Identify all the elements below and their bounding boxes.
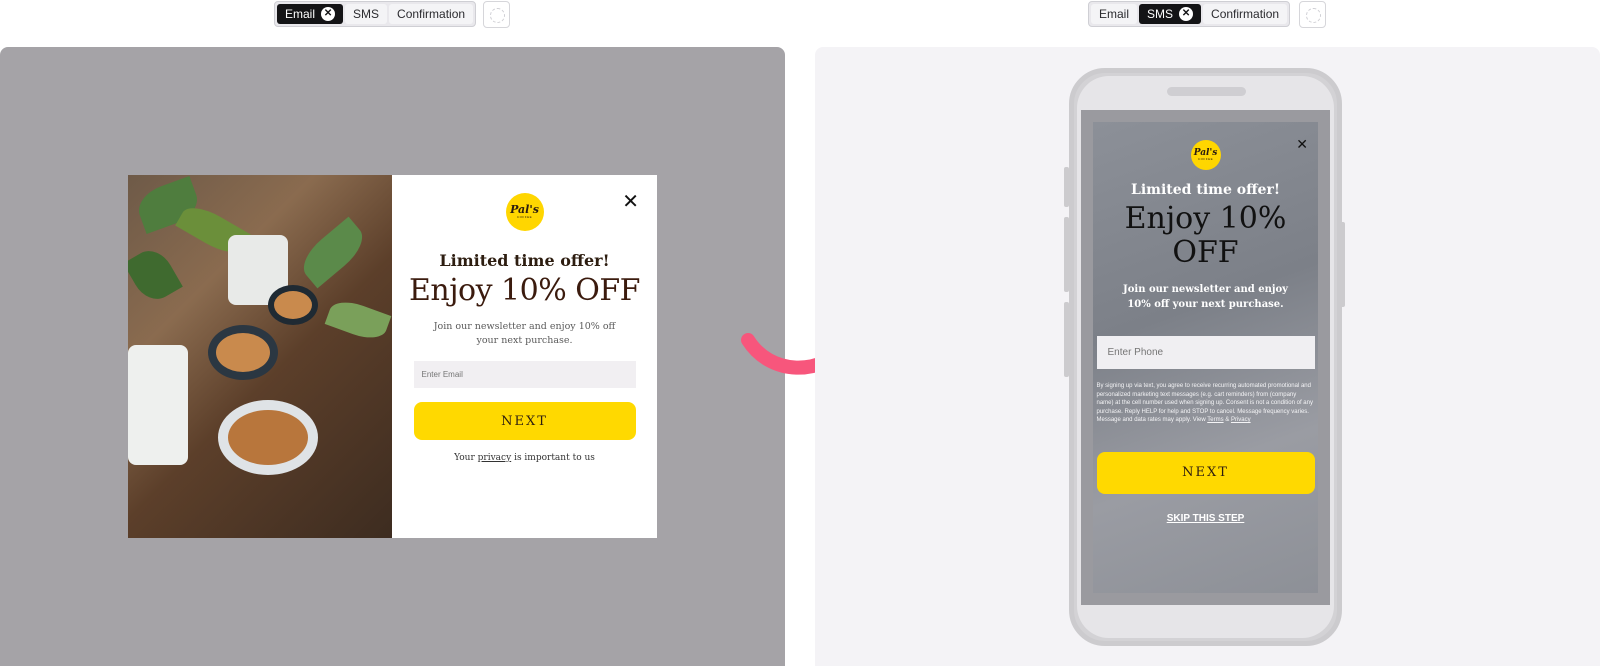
privacy-link[interactable]: privacy (478, 453, 512, 463)
tab-sms[interactable]: SMS (345, 4, 388, 24)
tab-sms[interactable]: SMS ✕ (1139, 4, 1202, 24)
privacy-note: Your privacy is important to us (454, 453, 595, 463)
x-circle-icon[interactable]: ✕ (1179, 7, 1194, 21)
sms-legal-text: By signing up via text, you agree to rec… (1096, 383, 1313, 423)
loading-icon[interactable] (483, 1, 510, 28)
phone-field[interactable] (1096, 336, 1315, 369)
offer-description: Join our newsletter and enjoy 10% off yo… (433, 321, 616, 346)
next-button[interactable]: NEXT (1096, 451, 1315, 494)
brand-logo: Pal's COFFEE (1190, 140, 1221, 170)
phone-screen: ✕ Pal's COFFEE Limited time offer! Enjoy… (1081, 110, 1330, 605)
x-circle-icon[interactable]: ✕ (321, 7, 336, 21)
email-preview-panel: ✕ Pal's COFFEE Limited time offer! Enjoy… (0, 47, 785, 666)
left-tab-bar: Email ✕ SMS Confirmation (274, 1, 477, 27)
sms-popup: ✕ Pal's COFFEE Limited time offer! Enjoy… (1093, 122, 1318, 593)
tab-label: Confirmation (1211, 7, 1280, 21)
close-icon[interactable]: ✕ (1296, 136, 1308, 153)
terms-link[interactable]: Terms (1207, 417, 1223, 423)
tab-label: Email (1099, 7, 1130, 21)
tab-label: SMS (1147, 7, 1174, 21)
offer-description: Join our newsletter and enjoy 10% off yo… (1123, 284, 1288, 310)
tab-confirmation[interactable]: Confirmation (389, 4, 474, 24)
phone-mockup: ✕ Pal's COFFEE Limited time offer! Enjoy… (1069, 68, 1342, 646)
offer-subtitle: Limited time offer! (439, 251, 610, 270)
tab-label: Email (285, 7, 316, 21)
tab-email[interactable]: Email ✕ (277, 4, 344, 24)
coffee-photo (128, 175, 392, 538)
tab-confirmation[interactable]: Confirmation (1203, 4, 1288, 24)
sms-preview-panel: ✕ Pal's COFFEE Limited time offer! Enjoy… (815, 47, 1600, 666)
loading-icon[interactable] (1299, 1, 1326, 28)
email-popup: ✕ Pal's COFFEE Limited time offer! Enjoy… (128, 175, 657, 538)
tab-label: SMS (353, 7, 380, 21)
offer-headline: Enjoy 10% OFF (1124, 201, 1287, 270)
next-button[interactable]: NEXT (413, 402, 636, 440)
skip-step-link[interactable]: SKIP THIS STEP (1093, 513, 1318, 524)
close-icon[interactable]: ✕ (622, 192, 639, 212)
right-tab-bar: Email SMS ✕ Confirmation (1088, 1, 1291, 27)
offer-subtitle: Limited time offer! (1131, 182, 1280, 198)
popup-content: ✕ Pal's COFFEE Limited time offer! Enjoy… (392, 175, 657, 538)
privacy-link[interactable]: Privacy (1231, 417, 1251, 423)
brand-logo: Pal's COFFEE (505, 193, 544, 231)
phone-speaker (1167, 87, 1246, 96)
email-field[interactable] (413, 361, 636, 388)
tab-email[interactable]: Email (1091, 4, 1138, 24)
offer-headline: Enjoy 10% OFF (408, 273, 641, 308)
tab-label: Confirmation (397, 7, 466, 21)
